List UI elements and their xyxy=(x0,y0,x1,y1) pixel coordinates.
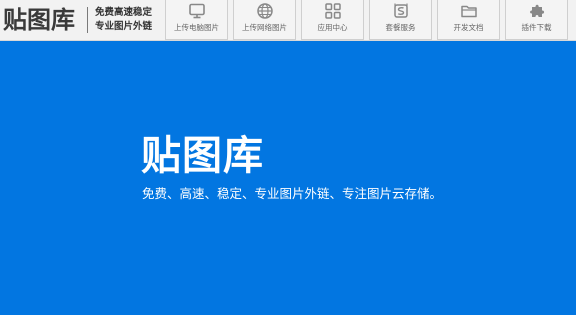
nav-label: 上传电脑图片 xyxy=(174,23,219,32)
nav-app-center[interactable]: 应用中心 xyxy=(301,0,364,40)
nav-developer-docs[interactable]: 开发文档 xyxy=(437,0,500,40)
monitor-icon xyxy=(188,3,205,19)
package-icon xyxy=(393,3,408,18)
brand-slogan-line2: 专业图片外链 xyxy=(95,21,153,32)
main-nav: 上传电脑图片 上传网络图片 应用中心 套餐服务 开发文档 插件下载 xyxy=(165,0,576,41)
brand-divider xyxy=(87,7,88,33)
nav-label: 上传网络图片 xyxy=(242,23,287,32)
nav-label: 套餐服务 xyxy=(385,23,416,32)
hero-banner: 贴图库 免费、高速、稳定、专业图片外链、专注图片云存储。 xyxy=(0,41,576,315)
brand-slogan: 免费高速稳定 专业图片外链 xyxy=(95,6,165,34)
nav-upload-network-image[interactable]: 上传网络图片 xyxy=(233,0,296,40)
nav-plugin-download[interactable]: 插件下载 xyxy=(505,0,568,40)
top-navigation-bar: 贴图库 免费高速稳定 专业图片外链 上传电脑图片 上传网络图片 应用中心 套餐服… xyxy=(0,0,576,41)
apps-grid-icon xyxy=(324,3,341,19)
brand-logo[interactable]: 贴图库 xyxy=(3,4,75,36)
nav-label: 应用中心 xyxy=(317,23,348,32)
puzzle-icon xyxy=(529,4,544,17)
hero-title: 贴图库 xyxy=(141,133,264,179)
nav-label: 开发文档 xyxy=(453,23,484,32)
brand-slogan-line1: 免费高速稳定 xyxy=(95,7,153,18)
nav-upload-computer-image[interactable]: 上传电脑图片 xyxy=(165,0,228,40)
nav-label: 插件下载 xyxy=(521,23,552,32)
folder-icon xyxy=(460,5,477,18)
nav-package-service[interactable]: 套餐服务 xyxy=(369,0,432,40)
brand-area[interactable]: 贴图库 免费高速稳定 专业图片外链 xyxy=(0,0,165,41)
hero-subtitle: 免费、高速、稳定、专业图片外链、专注图片云存储。 xyxy=(142,186,443,201)
globe-icon xyxy=(256,3,273,19)
